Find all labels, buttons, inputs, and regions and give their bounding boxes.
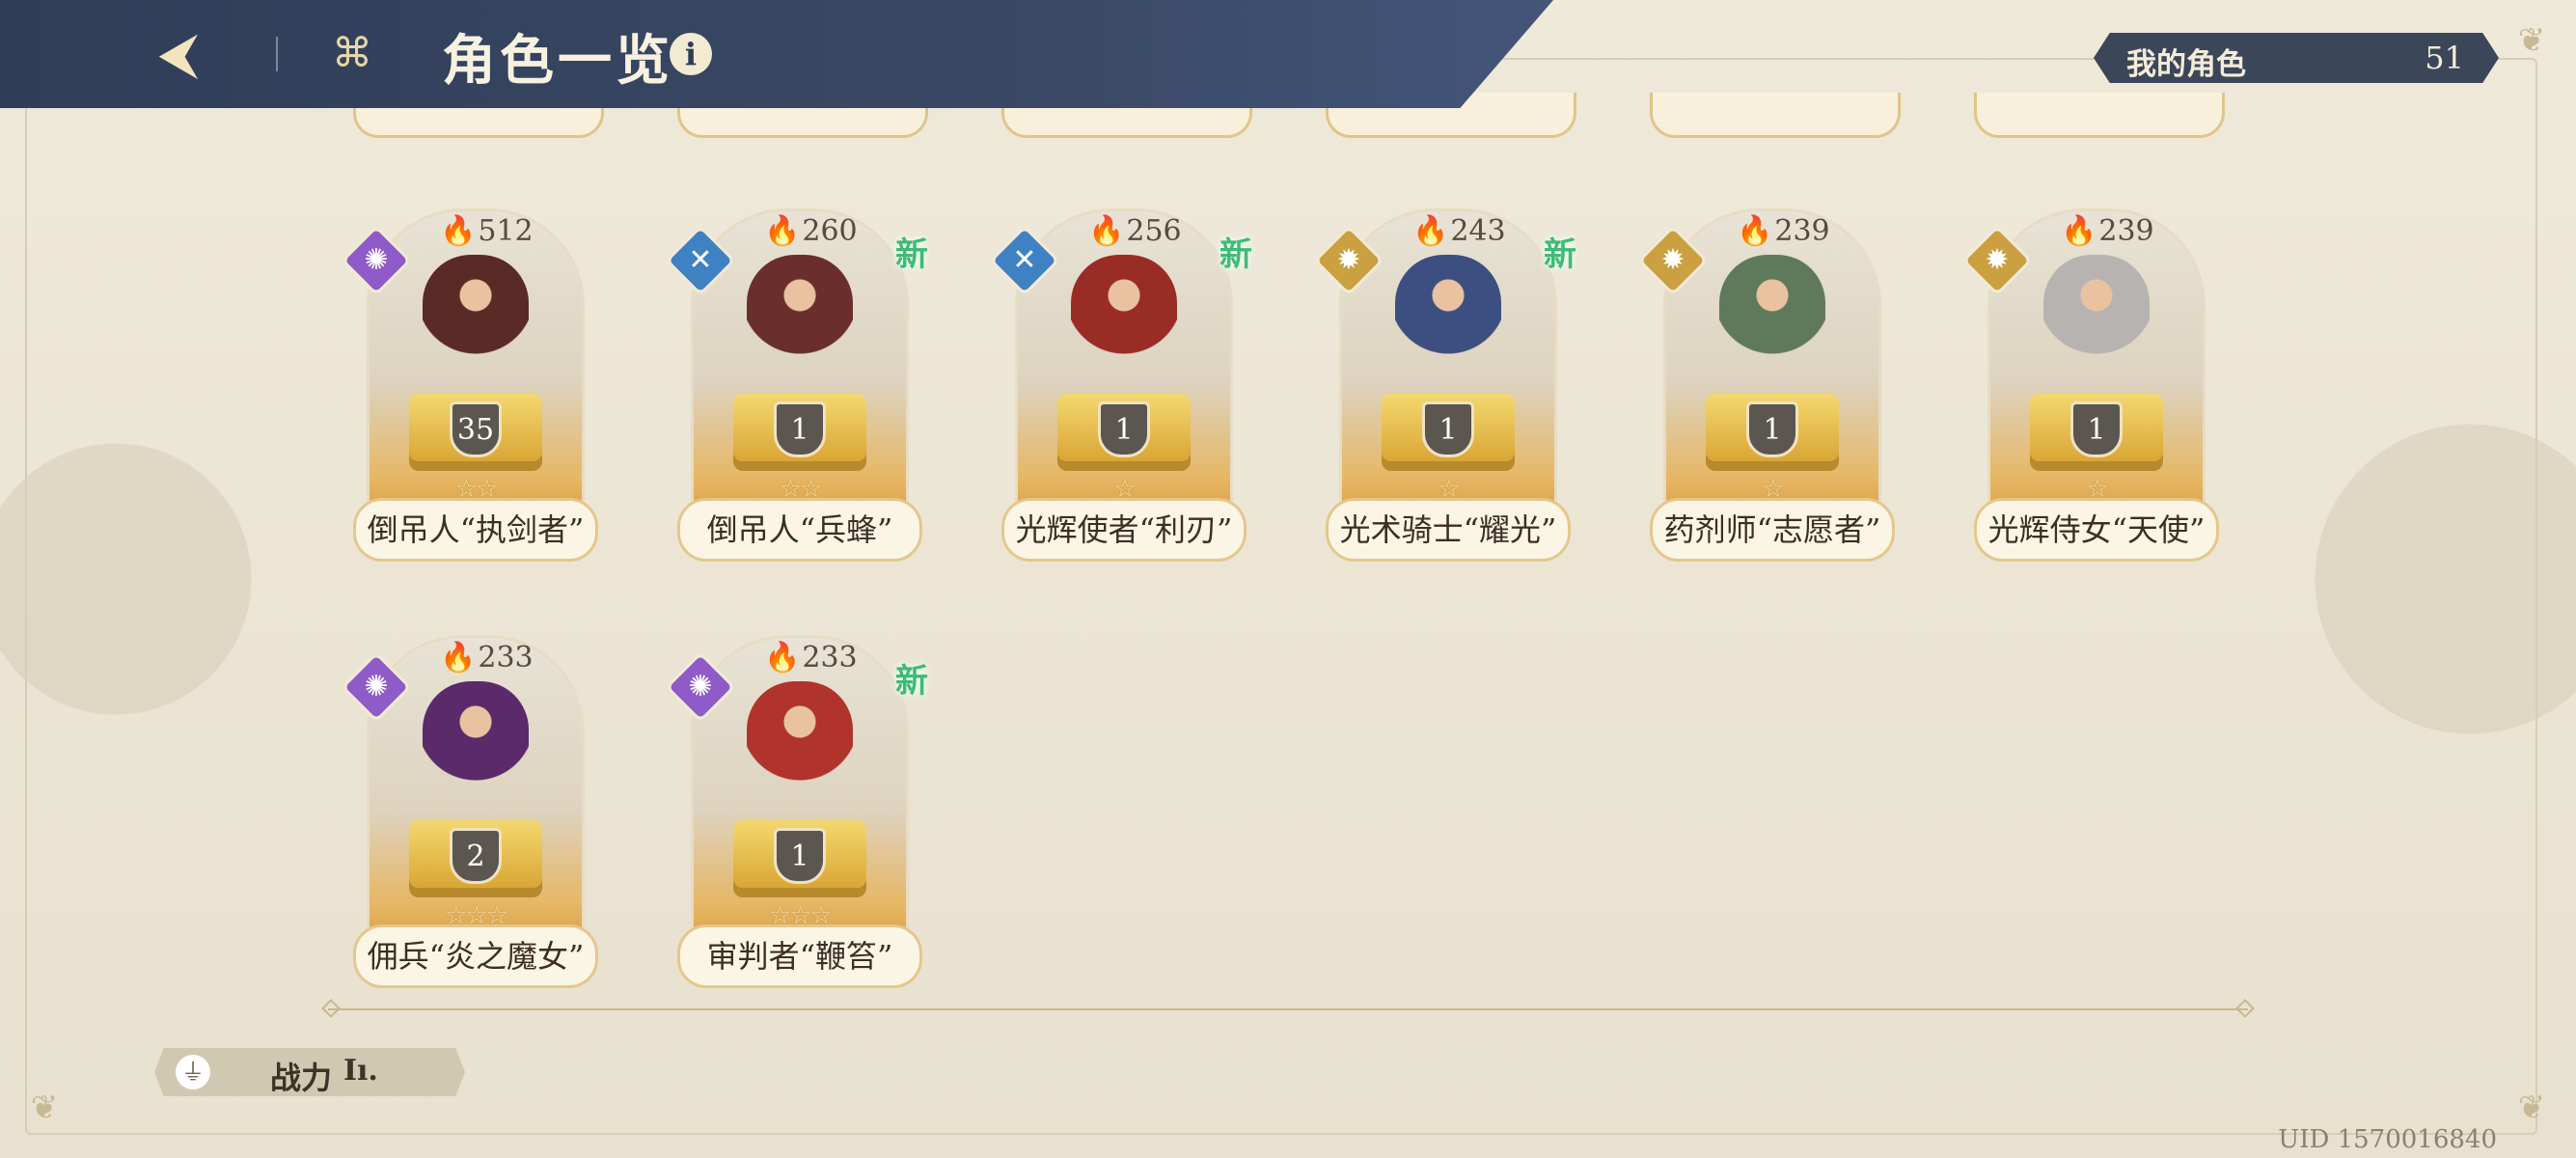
power-value: 🔥256 [1088, 214, 1182, 248]
flame-icon: 🔥 [440, 641, 477, 675]
character-name: 佣兵“炎之魔女” [353, 924, 598, 988]
new-badge: 新 [895, 662, 928, 701]
character-name: 倒吊人“执剑者” [353, 498, 598, 562]
header-separator [276, 37, 278, 71]
character-name: 倒吊人“兵蜂” [677, 498, 922, 562]
character-card[interactable]: ✹ 🔥239 1 ☆ 光辉侍女“天使” [1961, 208, 2219, 565]
character-name: 光辉侍女“天使” [1974, 498, 2219, 562]
partial-card[interactable] [1974, 93, 2225, 138]
character-card[interactable]: ✺ 🔥512 35 ☆☆ 倒吊人“执剑者” [341, 208, 598, 565]
character-name: 审判者“鞭笞” [677, 924, 922, 988]
corner-ornament-icon: ❦ [2517, 1089, 2546, 1127]
flame-icon: 🔥 [1088, 214, 1125, 248]
sort-label: 战力 [270, 1060, 333, 1096]
character-portrait [423, 255, 529, 400]
user-id: UID 1570016840 [2278, 1125, 2497, 1154]
new-badge: 新 [895, 235, 928, 274]
character-portrait [1719, 255, 1825, 400]
level-badge: 1 [1098, 401, 1150, 457]
info-icon[interactable]: i [670, 33, 712, 75]
level-badge: 1 [774, 828, 826, 884]
my-characters-label: 我的角色 [2126, 47, 2246, 82]
flame-icon: 🔥 [764, 641, 801, 675]
power-value: 🔥260 [764, 214, 858, 248]
level-badge: 1 [2070, 401, 2123, 457]
character-card[interactable]: ✹ 🔥243 新 1 ☆ 光术骑士“耀光” [1313, 208, 1576, 565]
partial-card[interactable] [1650, 93, 1901, 138]
character-name: 药剂师“志愿者” [1650, 498, 1895, 562]
character-card[interactable]: ✺ 🔥233 新 1 ☆☆☆ 审判者“鞭笞” [665, 635, 928, 992]
character-name: 光术骑士“耀光” [1326, 498, 1571, 562]
character-name: 光辉使者“利刃” [1001, 498, 1247, 562]
flame-icon: 🔥 [1412, 214, 1449, 248]
power-value: 🔥233 [440, 641, 534, 675]
character-portrait [1071, 255, 1177, 400]
flame-icon: 🔥 [2061, 214, 2097, 248]
my-characters-counter: 我的角色 51 [2094, 33, 2499, 83]
level-badge: 1 [1746, 401, 1798, 457]
character-card[interactable]: ✺ 🔥233 2 ☆☆☆ 佣兵“炎之魔女” [341, 635, 598, 992]
power-value: 🔥233 [764, 641, 858, 675]
sort-filter-button[interactable]: ⏚ 战力 Ⅰı. [154, 1048, 465, 1096]
character-portrait [2043, 255, 2150, 400]
my-characters-count: 51 [2425, 40, 2464, 76]
corner-ornament-icon: ❦ [30, 1089, 59, 1127]
flame-icon: 🔥 [1737, 214, 1773, 248]
corner-ornament-icon: ❦ [2517, 21, 2546, 60]
new-badge: 新 [1219, 235, 1252, 274]
header-bar [0, 0, 1553, 108]
flame-icon: 🔥 [764, 214, 801, 248]
back-arrow-icon[interactable]: ⮜ [145, 21, 212, 85]
filter-icon: ⏚ [176, 1055, 210, 1089]
character-portrait [747, 255, 853, 400]
level-badge: 2 [450, 828, 502, 884]
new-badge: 新 [1544, 235, 1576, 274]
level-badge: 35 [450, 401, 502, 457]
power-value: 🔥239 [1737, 214, 1830, 248]
page-title: 角色一览 [442, 29, 673, 93]
level-badge: 1 [774, 401, 826, 457]
character-card[interactable]: ✹ 🔥239 1 ☆ 药剂师“志愿者” [1637, 208, 1895, 565]
character-portrait [423, 681, 529, 826]
flame-icon: 🔥 [440, 214, 477, 248]
character-card[interactable]: ✕ 🔥256 新 1 ☆ 光辉使者“利刃” [989, 208, 1252, 565]
character-portrait [1395, 255, 1501, 400]
list-divider [328, 1008, 2248, 1010]
grid-menu-icon[interactable]: ⌘ [328, 29, 376, 77]
level-badge: 1 [1422, 401, 1474, 457]
sort-bars-icon: Ⅰı. [343, 1054, 378, 1088]
power-value: 🔥512 [440, 214, 534, 248]
character-portrait [747, 681, 853, 826]
power-value: 🔥243 [1412, 214, 1506, 248]
character-card[interactable]: ✕ 🔥260 新 1 ☆☆ 倒吊人“兵蜂” [665, 208, 928, 565]
power-value: 🔥239 [2061, 214, 2154, 248]
